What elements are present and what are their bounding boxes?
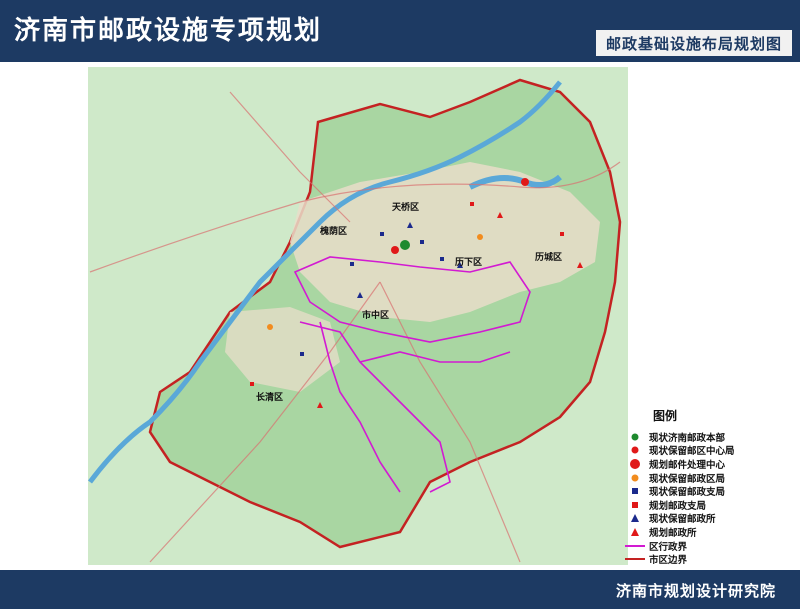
district-label-huaiyin: 槐荫区	[320, 227, 348, 237]
legend-item: 现状保留邮政区局	[625, 471, 795, 485]
legend-symbol-circle	[625, 431, 645, 443]
district-label-changqing: 长清区	[256, 393, 284, 403]
legend-item: 现状济南邮政本部	[625, 430, 795, 444]
legend-label: 现状保留邮政区局	[649, 473, 726, 485]
branch-marker	[350, 262, 354, 266]
legend-symbol-circle	[625, 472, 645, 484]
legend-mark	[632, 488, 638, 495]
legend-symbol-square	[625, 499, 645, 511]
branch-marker	[300, 352, 304, 356]
legend-symbol-line	[625, 553, 645, 565]
legend-label: 现状保留邮区中心局	[649, 446, 735, 458]
hq-marker	[400, 240, 410, 250]
district-label-tianqiao: 天桥区	[392, 203, 420, 213]
legend-symbol-triangle	[625, 526, 645, 538]
page-title: 济南市邮政设施专项规划	[14, 16, 323, 46]
legend-mark	[631, 514, 639, 523]
legend-mark	[631, 527, 639, 536]
legend-symbol-line	[625, 540, 645, 552]
legend-mark	[630, 458, 640, 469]
legend-item: 市区边界	[625, 552, 795, 566]
legend-symbol-circle-large	[625, 458, 645, 470]
district-office-marker	[267, 324, 273, 330]
district-label-shizhong: 市中区	[362, 311, 390, 321]
map-area: 天桥区 槐荫区 历下区 历城区 市中区 长清区 图例 现状济南邮政本部 现状保留邮…	[0, 62, 800, 570]
planned-branch-marker	[250, 382, 254, 386]
legend-item: 规划邮政支局	[625, 498, 795, 512]
legend-title: 图例	[653, 409, 678, 423]
legend-symbol-triangle	[625, 512, 645, 524]
legend-item: 区行政界	[625, 539, 795, 553]
district-label-licheng: 历城区	[535, 253, 563, 263]
legend-symbol-square	[625, 485, 645, 497]
legend: 图例 现状济南邮政本部 现状保留邮区中心局 规划邮件处理中心 现状保留邮政区局 现状保留…	[625, 407, 795, 566]
legend-item: 现状保留邮政所	[625, 512, 795, 526]
legend-label: 市区边界	[649, 555, 688, 567]
district-office-marker	[477, 234, 483, 240]
legend-label: 规划邮政所	[649, 527, 697, 539]
legend-label: 现状保留邮政支局	[649, 487, 726, 499]
legend-item: 规划邮件处理中心	[625, 457, 795, 471]
map-poster: 济南市邮政设施专项规划 邮政基础设施布局规划图 天桥区 槐荫区 历下区 历城区 …	[0, 0, 800, 609]
legend-label: 规划邮政支局	[649, 500, 707, 512]
legend-item: 现状保留邮区中心局	[625, 444, 795, 458]
district-label-lixia: 历下区	[455, 258, 483, 268]
legend-items: 现状济南邮政本部 现状保留邮区中心局 规划邮件处理中心 现状保留邮政区局 现状保留邮政支…	[625, 430, 795, 566]
legend-symbol-circle	[625, 444, 645, 456]
institute-name: 济南市规划设计研究院	[615, 582, 776, 600]
branch-marker	[380, 232, 384, 236]
legend-item: 现状保留邮政支局	[625, 484, 795, 498]
legend-label: 区行政界	[649, 541, 688, 553]
map-subtitle: 邮政基础设施布局规划图	[605, 34, 782, 53]
legend-item: 规划邮政所	[625, 525, 795, 539]
header-bar: 济南市邮政设施专项规划 邮政基础设施布局规划图	[0, 0, 800, 62]
legend-mark	[631, 474, 639, 482]
legend-mark	[631, 433, 639, 441]
processing-marker	[521, 178, 529, 186]
legend-label: 现状济南邮政本部	[649, 432, 726, 444]
legend-label: 现状保留邮政所	[649, 514, 716, 526]
legend-mark	[631, 446, 639, 454]
branch-marker	[420, 240, 424, 244]
subtitle-box: 邮政基础设施布局规划图	[595, 30, 792, 56]
legend-mark	[632, 501, 638, 508]
legend-label: 规划邮件处理中心	[649, 459, 726, 471]
branch-marker	[440, 257, 444, 261]
footer-bar: 济南市规划设计研究院	[0, 570, 800, 609]
center-marker	[391, 246, 399, 254]
planned-branch-marker	[470, 202, 474, 206]
planned-branch-marker	[560, 232, 564, 236]
